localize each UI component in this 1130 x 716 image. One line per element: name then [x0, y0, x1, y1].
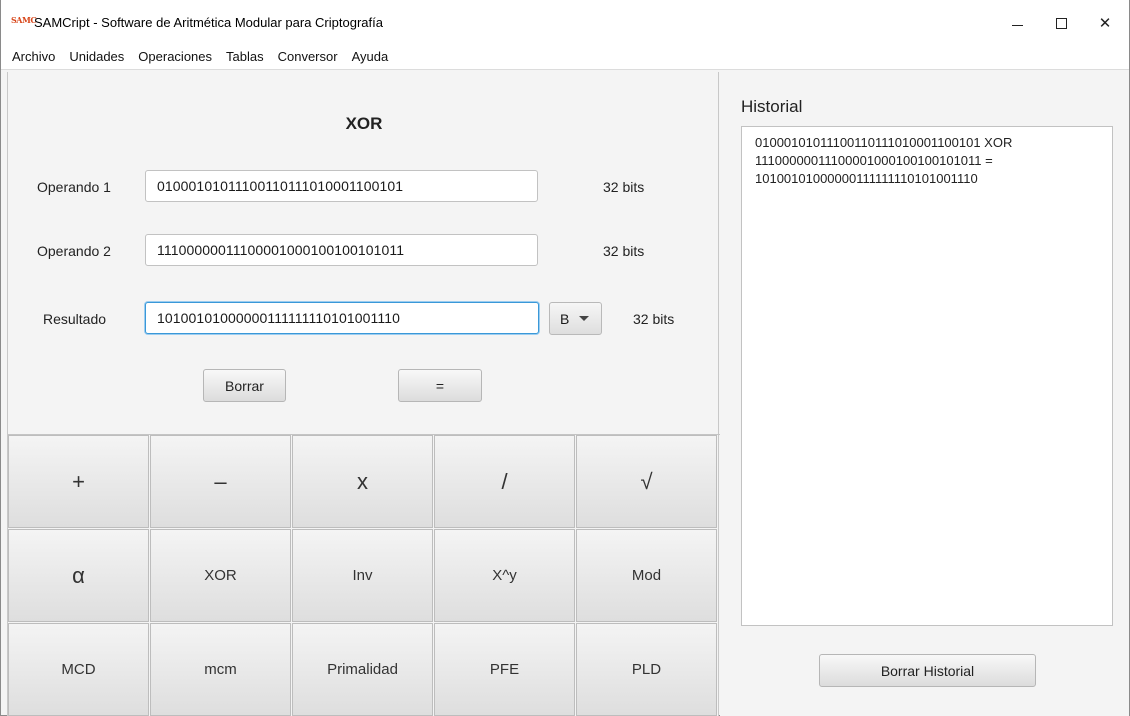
menu-bar: Archivo Unidades Operaciones Tablas Conv…: [1, 46, 1129, 70]
menu-ayuda[interactable]: Ayuda: [345, 46, 396, 69]
history-line: 11100000011100001000100100101011 =: [755, 153, 993, 168]
operand2-input[interactable]: 11100000011100001000100100101011: [145, 234, 538, 266]
operand2-label: Operando 2: [37, 243, 111, 259]
key-mod[interactable]: Mod: [576, 529, 717, 622]
maximize-button[interactable]: [1038, 8, 1084, 38]
history-title: Historial: [741, 97, 803, 116]
app-window: SAMC SAMCript - Software de Aritmética M…: [0, 0, 1130, 716]
key-divide[interactable]: /: [434, 435, 575, 528]
app-logo-icon: SAMC: [11, 15, 37, 25]
key-sqrt[interactable]: √: [576, 435, 717, 528]
key-plus[interactable]: +: [8, 435, 149, 528]
minimize-button[interactable]: [994, 8, 1040, 38]
operand1-label: Operando 1: [37, 179, 111, 195]
key-mcm[interactable]: mcm: [150, 623, 291, 716]
clear-history-button[interactable]: Borrar Historial: [819, 654, 1036, 687]
close-button[interactable]: ✕: [1082, 8, 1128, 38]
key-xor[interactable]: XOR: [150, 529, 291, 622]
keypad: + – x / √ α XOR Inv X^y Mod MCD mcm Prim…: [8, 434, 720, 716]
chevron-down-icon: [579, 316, 590, 321]
equals-button[interactable]: =: [398, 369, 482, 402]
operand1-input[interactable]: 01000101011100110111010001100101: [145, 170, 538, 202]
result-label: Resultado: [43, 311, 107, 327]
calculator-panel: XOR Operando 1 0100010101110011011101000…: [7, 72, 720, 716]
key-mcd[interactable]: MCD: [8, 623, 149, 716]
key-multiply[interactable]: x: [292, 435, 433, 528]
result-input[interactable]: 10100101000000111111110101001110: [145, 302, 539, 334]
operand2-bits: 32 bits: [603, 243, 645, 259]
key-inv[interactable]: Inv: [292, 529, 433, 622]
key-pld[interactable]: PLD: [576, 623, 717, 716]
base-select-value: B: [560, 310, 570, 327]
key-primalidad[interactable]: Primalidad: [292, 623, 433, 716]
base-select[interactable]: B: [549, 302, 602, 335]
close-icon: ✕: [1098, 15, 1112, 32]
minimize-icon: [1011, 24, 1023, 26]
history-panel: Historial 010001010111001101110100011001…: [720, 72, 1129, 716]
key-power[interactable]: X^y: [434, 529, 575, 622]
result-bits: 32 bits: [633, 311, 675, 327]
maximize-icon: [1055, 17, 1067, 29]
clear-button[interactable]: Borrar: [203, 369, 286, 402]
history-line: 10100101000000111111110101001110: [755, 171, 978, 186]
key-alpha[interactable]: α: [8, 529, 149, 622]
key-pfe[interactable]: PFE: [434, 623, 575, 716]
operand1-bits: 32 bits: [603, 179, 645, 195]
title-bar: SAMC SAMCript - Software de Aritmética M…: [1, 0, 1129, 46]
menu-tablas[interactable]: Tablas: [219, 46, 271, 69]
key-minus[interactable]: –: [150, 435, 291, 528]
menu-archivo[interactable]: Archivo: [5, 46, 62, 69]
menu-operaciones[interactable]: Operaciones: [131, 46, 219, 69]
menu-conversor[interactable]: Conversor: [271, 46, 345, 69]
history-textarea[interactable]: 01000101011100110111010001100101 XOR 111…: [741, 126, 1113, 626]
operation-title: XOR: [345, 114, 383, 133]
window-title: SAMCript - Software de Aritmética Modula…: [34, 15, 383, 30]
menu-unidades[interactable]: Unidades: [62, 46, 131, 69]
history-line: 01000101011100110111010001100101 XOR: [755, 135, 1013, 150]
